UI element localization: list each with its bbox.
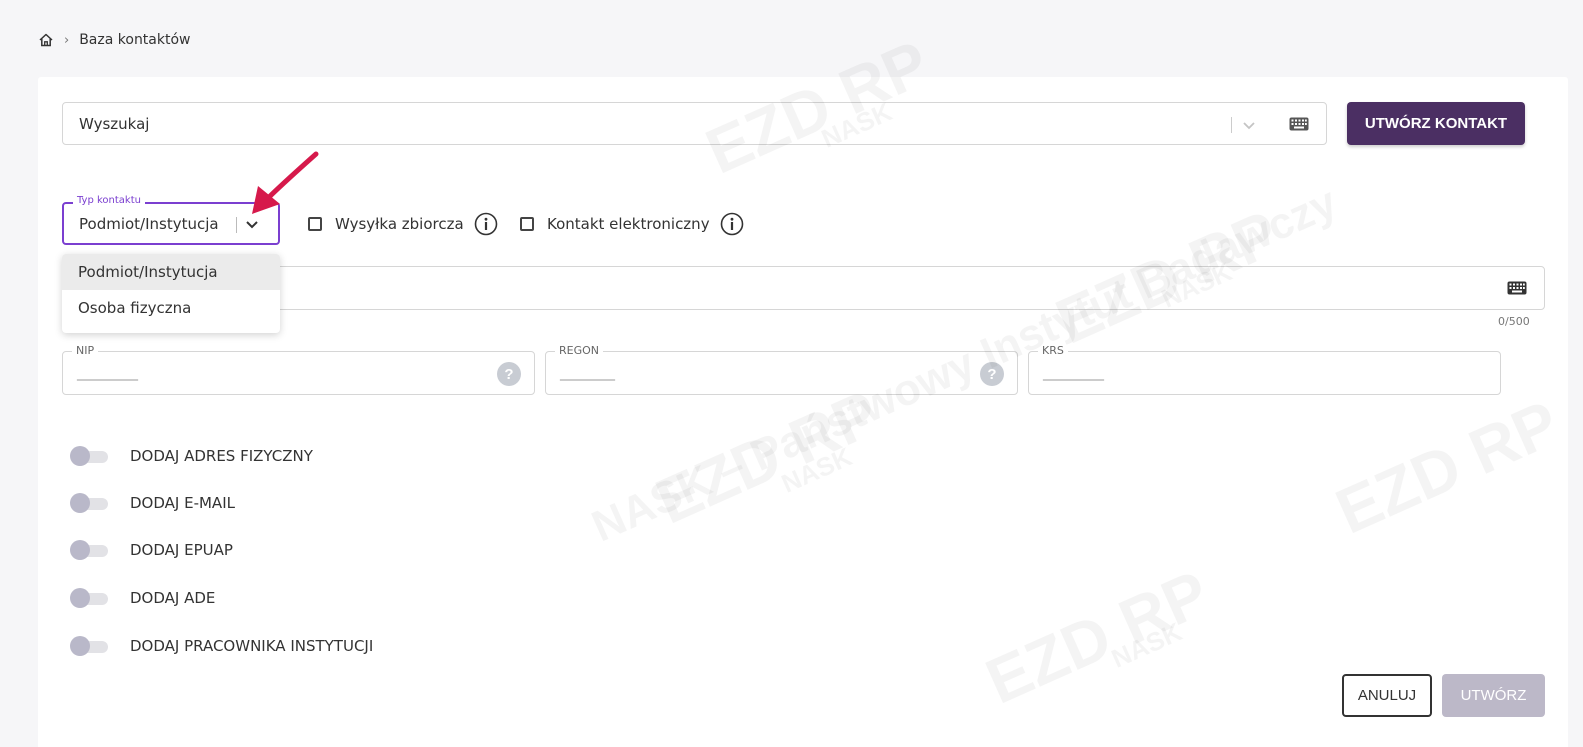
krs-mask: __________: [1043, 365, 1104, 381]
contact-type-value: Podmiot/Instytucja: [79, 215, 219, 233]
toggle-switch[interactable]: [70, 588, 108, 608]
toggle-switch[interactable]: [70, 636, 108, 656]
create-button[interactable]: UTWÓRZ: [1442, 674, 1545, 717]
select-separator: [236, 217, 237, 233]
name-field[interactable]: [62, 266, 1545, 310]
contact-type-dropdown: Podmiot/Instytucja Osoba fizyczna: [62, 254, 280, 333]
toggle-switch[interactable]: [70, 493, 108, 513]
toggle-add-employee[interactable]: DODAJ PRACOWNIKA INSTYTUCJI: [70, 634, 373, 658]
toggle-label: DODAJ ADE: [130, 589, 216, 607]
contact-type-label: Typ kontaktu: [73, 195, 145, 206]
search-input[interactable]: Wyszukaj: [62, 102, 1327, 145]
info-icon[interactable]: [474, 212, 498, 236]
checkbox-electronic-contact[interactable]: Kontakt elektroniczny: [520, 211, 744, 237]
create-contact-button[interactable]: UTWÓRZ KONTAKT: [1347, 102, 1525, 145]
help-icon[interactable]: ?: [497, 362, 521, 386]
checkbox-label: Kontakt elektroniczny: [547, 215, 710, 233]
toggle-switch[interactable]: [70, 540, 108, 560]
nip-field[interactable]: NIP __________ ?: [62, 344, 535, 395]
checkbox-label: Wysyłka zbiorcza: [335, 215, 464, 233]
toggle-add-ade[interactable]: DODAJ ADE: [70, 586, 215, 610]
chevron-down-icon[interactable]: [1239, 115, 1259, 135]
regon-mask: _________: [560, 365, 615, 381]
toggle-add-address[interactable]: DODAJ ADRES FIZYCZNY: [70, 444, 313, 468]
nip-mask: __________: [77, 365, 138, 381]
toggle-label: DODAJ ADRES FIZYCZNY: [130, 447, 313, 465]
regon-label: REGON: [555, 344, 604, 357]
toggle-label: DODAJ E-MAIL: [130, 494, 235, 512]
keyboard-icon[interactable]: [1289, 117, 1309, 131]
krs-field[interactable]: KRS __________: [1028, 344, 1501, 395]
home-icon[interactable]: [38, 32, 54, 48]
breadcrumb: › Baza kontaktów: [38, 30, 191, 50]
info-icon[interactable]: [720, 212, 744, 236]
breadcrumb-separator: ›: [64, 32, 70, 48]
checkbox-box[interactable]: [308, 217, 322, 231]
toggle-add-email[interactable]: DODAJ E-MAIL: [70, 491, 235, 515]
search-separator: [1231, 117, 1232, 133]
checkbox-box[interactable]: [520, 217, 534, 231]
search-placeholder: Wyszukaj: [79, 115, 150, 133]
keyboard-icon[interactable]: [1507, 281, 1527, 295]
regon-field[interactable]: REGON _________ ?: [545, 344, 1018, 395]
krs-label: KRS: [1038, 344, 1068, 357]
toggle-label: DODAJ PRACOWNIKA INSTYTUCJI: [130, 637, 374, 655]
dropdown-option[interactable]: Osoba fizyczna: [62, 290, 280, 326]
toggle-add-epuap[interactable]: DODAJ EPUAP: [70, 538, 233, 562]
toggle-label: DODAJ EPUAP: [130, 541, 233, 559]
checkbox-bulk-mailing[interactable]: Wysyłka zbiorcza: [308, 211, 498, 237]
breadcrumb-current: Baza kontaktów: [79, 32, 191, 48]
annotation-arrow-icon: [252, 151, 319, 214]
nip-label: NIP: [72, 344, 99, 357]
character-counter: 0/500: [1498, 315, 1530, 328]
toggle-switch[interactable]: [70, 446, 108, 466]
cancel-button[interactable]: ANULUJ: [1342, 674, 1432, 717]
help-icon[interactable]: ?: [980, 362, 1004, 386]
dropdown-option[interactable]: Podmiot/Instytucja: [62, 254, 280, 290]
